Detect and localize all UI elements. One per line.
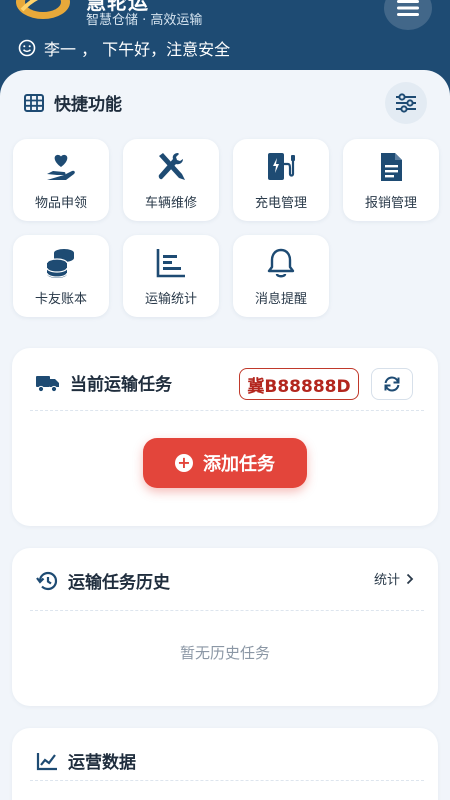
- smile-icon: [18, 39, 36, 57]
- tile-label: 车辆维修: [144, 195, 197, 211]
- tile-charging[interactable]: 充电管理: [233, 139, 329, 221]
- stats-link-label: 统计: [374, 573, 401, 588]
- history-card: 运输任务历史 统计 暂无历史任务: [12, 548, 438, 706]
- history-icon: [36, 571, 58, 590]
- empty-history-text: 暂无历史任务: [179, 644, 270, 662]
- tile-vehicle-repair[interactable]: 车辆维修: [123, 139, 219, 221]
- bar-chart-icon: [156, 248, 185, 277]
- bell-icon: [267, 248, 295, 277]
- menu-button[interactable]: [384, 0, 432, 30]
- tile-label: 物品申领: [34, 195, 87, 211]
- app-tagline: 智慧仓储 · 高效运输: [86, 13, 203, 28]
- chevron-right-icon: [406, 573, 414, 584]
- coins-icon: [46, 248, 74, 278]
- truck-icon: [36, 375, 59, 392]
- current-task-title: 当前运输任务: [36, 370, 172, 395]
- operations-label: 运营数据: [68, 753, 136, 773]
- add-task-label: 添加任务: [203, 454, 275, 475]
- greeting-text: 李一 ， 下午好，注意安全: [44, 40, 231, 59]
- hand-heart-icon: [47, 154, 75, 180]
- line-chart-icon: [36, 752, 57, 770]
- operations-title: 运营数据: [36, 748, 136, 773]
- sliders-icon: [396, 93, 416, 113]
- app-logo: [16, 0, 70, 19]
- quick-functions-title: 快捷功能: [24, 90, 122, 115]
- current-task-label: 当前运输任务: [70, 375, 172, 395]
- tile-reimbursement[interactable]: 报销管理: [343, 139, 439, 221]
- customize-button[interactable]: [385, 82, 427, 124]
- stats-link[interactable]: 统计: [374, 569, 414, 588]
- add-task-button[interactable]: + 添加任务: [143, 438, 307, 488]
- plus-circle-icon: +: [175, 454, 193, 472]
- history-title: 运输任务历史: [36, 568, 170, 593]
- tile-notifications[interactable]: 消息提醒: [233, 235, 329, 317]
- tile-item-request[interactable]: 物品申领: [13, 139, 109, 221]
- tile-label: 报销管理: [364, 195, 417, 211]
- greeting: 李一 ， 下午好，注意安全: [18, 36, 230, 60]
- tools-icon: [158, 152, 185, 180]
- tile-label: 运输统计: [144, 291, 197, 307]
- current-task-card: 当前运输任务 冀B88888D + 添加任务: [12, 348, 438, 526]
- quick-functions-label: 快捷功能: [54, 95, 122, 115]
- operations-card: 运营数据: [12, 728, 438, 800]
- grid-icon: [24, 93, 44, 112]
- tile-transport-stats[interactable]: 运输统计: [123, 235, 219, 317]
- refresh-button[interactable]: [371, 368, 413, 400]
- tile-label: 充电管理: [254, 195, 307, 211]
- divider: [30, 410, 424, 411]
- divider: [30, 610, 424, 611]
- license-plate-badge[interactable]: 冀B88888D: [239, 368, 359, 400]
- hamburger-icon: [397, 0, 419, 16]
- tile-label: 卡友账本: [34, 291, 87, 307]
- refresh-icon: [384, 376, 400, 392]
- history-label: 运输任务历史: [68, 573, 170, 593]
- tile-driver-ledger[interactable]: 卡友账本: [13, 235, 109, 317]
- tile-label: 消息提醒: [254, 291, 307, 307]
- main-content: 快捷功能 物品申领 车辆维修 充电管理 报销管理 卡友账本 运输统计 消息提醒 …: [0, 70, 450, 800]
- divider: [30, 780, 424, 781]
- charging-station-icon: [268, 152, 295, 180]
- document-icon: [381, 152, 402, 181]
